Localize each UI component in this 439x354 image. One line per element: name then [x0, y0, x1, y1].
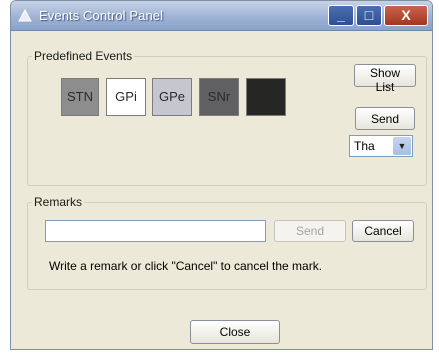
send-remark-button[interactable]: Send: [274, 220, 346, 242]
remarks-hint-text: Write a remark or click "Cancel" to canc…: [49, 259, 323, 273]
region-dropdown[interactable]: Tha ▼: [349, 135, 413, 157]
event-button-snr[interactable]: SNr: [199, 78, 239, 116]
window-title: Events Control Panel: [39, 8, 164, 23]
cancel-button[interactable]: Cancel: [352, 220, 414, 242]
remarks-legend: Remarks: [34, 195, 83, 209]
maximize-button[interactable]: □: [356, 5, 382, 26]
minimize-icon: _: [337, 7, 345, 23]
remark-input[interactable]: [45, 220, 266, 242]
close-icon: X: [401, 7, 411, 23]
title-bar[interactable]: Events Control Panel _ □ X: [11, 1, 432, 31]
event-button-stn[interactable]: STN: [61, 78, 99, 116]
event-button-gpe[interactable]: GPe: [152, 78, 192, 116]
event-button-unlabeled[interactable]: [246, 78, 286, 116]
predefined-events-legend: Predefined Events: [34, 49, 133, 63]
minimize-button[interactable]: _: [328, 5, 354, 26]
region-dropdown-value: Tha: [354, 139, 375, 153]
maximize-icon: □: [364, 7, 374, 23]
show-list-button[interactable]: Show List: [354, 64, 416, 94]
close-window-button[interactable]: X: [384, 5, 428, 26]
send-event-button[interactable]: Send: [355, 107, 415, 130]
event-button-gpi[interactable]: GPi: [106, 78, 146, 116]
app-icon: [18, 8, 32, 22]
close-button[interactable]: Close: [190, 320, 280, 344]
chevron-down-icon[interactable]: ▼: [393, 137, 411, 155]
remarks-group: Remarks: [27, 195, 427, 290]
